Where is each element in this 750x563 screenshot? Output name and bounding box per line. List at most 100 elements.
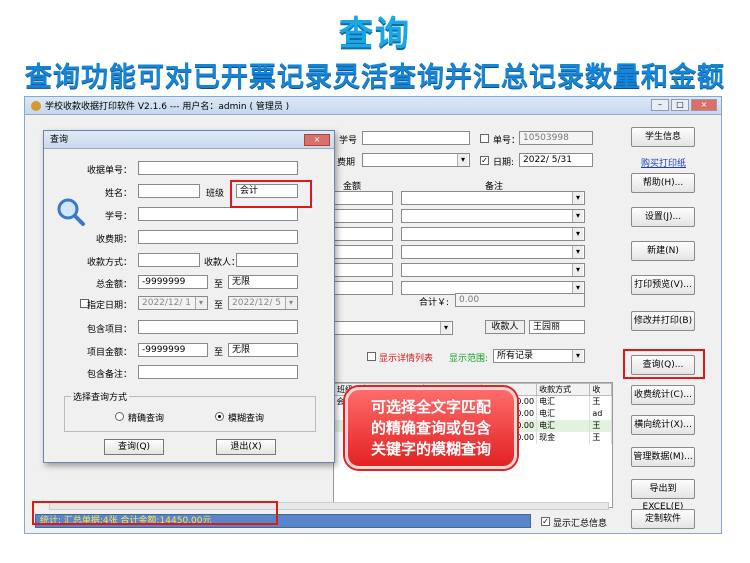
cell: 王 <box>589 419 612 432</box>
student-no-input[interactable] <box>138 207 298 221</box>
cell: 王 <box>589 431 612 444</box>
buy-paper-link[interactable]: 购买打印纸 <box>641 156 686 169</box>
item-note-5[interactable] <box>401 263 585 277</box>
exact-label: 精确查询 <box>128 414 165 424</box>
item-note-3[interactable] <box>401 227 585 241</box>
payee-input[interactable] <box>236 253 298 267</box>
save-print-button[interactable]: 修改并打印(B) <box>631 311 695 331</box>
app-icon <box>31 100 41 111</box>
item-note-1[interactable] <box>401 191 585 205</box>
window-title: 学校收款收据打印软件 V2.1.6 --- 用户名：admin ( 管理员 ) <box>45 102 290 112</box>
receipt-no-input[interactable] <box>138 161 298 175</box>
payee-label: 收款人： <box>204 258 241 268</box>
show-detail-checkbox[interactable] <box>367 352 376 361</box>
receipt-no-label: 收据单号： <box>86 166 132 176</box>
annotation-callout: 可选择全文字匹配 的精确查询或包含 关键字的模糊查询 <box>345 387 517 469</box>
item-min-input[interactable]: -9999999 <box>138 343 208 357</box>
minimize-button[interactable]: – <box>651 99 669 111</box>
total-max-input[interactable]: 无限 <box>228 275 298 289</box>
danhao-input[interactable]: 10503998 <box>519 131 593 145</box>
item-label: 包含项目： <box>86 325 132 335</box>
shoukuanren-button[interactable]: 收款人 <box>485 320 525 334</box>
settings-button[interactable]: 设置(J)... <box>631 207 695 227</box>
cell: 电汇 <box>536 395 591 408</box>
date-from-input[interactable]: 2022/12/ 1 <box>138 296 208 310</box>
item-amount-5[interactable] <box>333 263 393 277</box>
period-input[interactable] <box>138 230 298 244</box>
item-max-input[interactable]: 无限 <box>228 343 298 357</box>
range-select[interactable]: 所有记录 <box>493 349 585 363</box>
shoukuanren-input[interactable]: 王园丽 <box>529 320 585 334</box>
status-highlight-box <box>32 501 278 525</box>
dialog-query-button[interactable]: 查询(Q) <box>104 439 164 455</box>
show-summary-label: 显示汇总信息 <box>553 519 608 529</box>
shoufeiqi-select[interactable] <box>362 153 470 167</box>
total-label: 总金额： <box>95 280 132 290</box>
item-note-input[interactable] <box>138 365 298 379</box>
danhao-checkbox[interactable] <box>480 134 489 143</box>
custom-software-button[interactable]: 定制软件 <box>631 509 695 529</box>
help-button[interactable]: 帮助(H)... <box>631 173 695 193</box>
dialog-close-button[interactable]: × <box>304 134 330 146</box>
maximize-button[interactable]: □ <box>671 99 689 111</box>
cell: 王 <box>589 395 612 408</box>
query-highlight-box <box>623 349 705 379</box>
item-note-label: 包含备注： <box>86 370 132 380</box>
item-note-2[interactable] <box>401 209 585 223</box>
class-highlight-box <box>230 180 312 208</box>
item-amount-2[interactable] <box>333 209 393 223</box>
riqi-label: 日期: <box>493 158 515 168</box>
heji-value: 0.00 <box>455 293 585 307</box>
dialog-exit-button[interactable]: 退出(X) <box>216 439 276 455</box>
name-input[interactable] <box>138 184 200 198</box>
period-select[interactable] <box>333 321 453 335</box>
exact-radio[interactable] <box>115 412 124 421</box>
item-amount-label: 项目金额： <box>86 348 132 358</box>
item-amount-3[interactable] <box>333 227 393 241</box>
item-note-4[interactable] <box>401 245 585 259</box>
close-button[interactable]: × <box>691 99 717 111</box>
new-button[interactable]: 新建(N) <box>631 241 695 261</box>
danhao-label: 单号： <box>493 136 521 146</box>
xuehao-label: 学号 <box>339 136 358 146</box>
grid-header[interactable]: 收款方式 <box>536 383 591 396</box>
cross-stats-button[interactable]: 横向统计(X)... <box>631 415 695 435</box>
grid-header[interactable]: 收 <box>589 383 612 396</box>
cell: 电汇 <box>536 407 591 420</box>
print-preview-button[interactable]: 打印预览(V)... <box>631 275 695 295</box>
item-amount-4[interactable] <box>333 245 393 259</box>
riqi-input[interactable]: 2022/ 5/31 <box>519 153 593 167</box>
item-amount-1[interactable] <box>333 191 393 205</box>
shoufeiqi-label: 费期 <box>337 158 356 168</box>
show-summary-checkbox[interactable]: ✓ <box>541 517 550 526</box>
query-mode-title: 选择查询方式 <box>71 390 130 403</box>
query-mode-group: 选择查询方式 精确查询 模糊查询 <box>64 390 316 432</box>
cell: 现金 <box>536 431 591 444</box>
manage-data-button[interactable]: 管理数据(M)... <box>631 447 695 467</box>
period-label: 收费期： <box>95 235 132 245</box>
callout-line: 关键字的模糊查询 <box>370 440 491 458</box>
to-label: 至 <box>214 348 224 358</box>
fuzzy-label: 模糊查询 <box>228 414 265 424</box>
banner-subtitle: 查询功能可对已开票记录灵活查询并汇总记录数量和金额 <box>25 62 725 93</box>
heji-label: 合计￥: <box>419 298 450 308</box>
name-label: 姓名： <box>104 189 132 199</box>
total-min-input[interactable]: -9999999 <box>138 275 208 289</box>
export-excel-button[interactable]: 导出到EXCEL(E) <box>631 479 695 512</box>
fuzzy-radio[interactable] <box>215 412 224 421</box>
date-to-input[interactable]: 2022/12/ 5 <box>228 296 298 310</box>
xuehao-input[interactable] <box>362 131 470 145</box>
pay-method-input[interactable] <box>138 253 200 267</box>
show-detail-label: 显示详情列表 <box>379 354 434 364</box>
student-no-label: 学号： <box>104 212 132 222</box>
banner-title: 查询 <box>339 14 411 54</box>
student-info-button[interactable]: 学生信息 <box>631 127 695 147</box>
window-titlebar: 学校收款收据打印软件 V2.1.6 --- 用户名：admin ( 管理员 ) <box>25 97 721 115</box>
item-input[interactable] <box>138 320 298 334</box>
riqi-checkbox[interactable]: ✓ <box>480 156 489 165</box>
cell: ad <box>589 407 612 420</box>
window-controls: – □ × <box>651 99 717 111</box>
callout-line: 的精确查询或包含 <box>370 419 491 437</box>
item-amount-6[interactable] <box>333 281 393 295</box>
stats-button[interactable]: 收费统计(C)... <box>631 385 695 405</box>
